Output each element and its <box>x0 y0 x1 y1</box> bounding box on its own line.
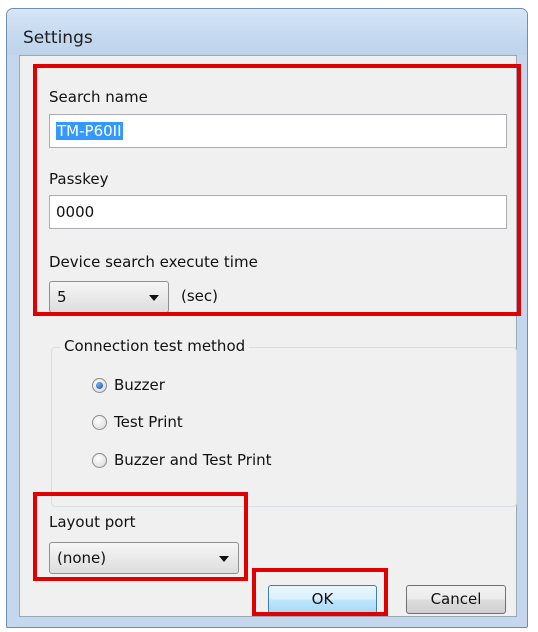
passkey-label: Passkey <box>49 170 109 188</box>
device-search-time-label: Device search execute time <box>49 253 258 271</box>
cancel-button[interactable]: Cancel <box>406 585 506 614</box>
seconds-unit-label: (sec) <box>181 287 218 305</box>
dialog-body: Search name TM-P60II Passkey 0000 Device… <box>19 55 517 617</box>
layout-port-label: Layout port <box>49 513 136 531</box>
title-bar[interactable]: Settings <box>7 9 527 55</box>
settings-dialog: Settings Search name TM-P60II Passkey 00… <box>6 8 528 628</box>
chevron-down-icon <box>149 295 159 301</box>
radio-unchecked-icon <box>92 453 107 468</box>
radio-unchecked-icon <box>92 415 107 430</box>
passkey-value: 0000 <box>56 203 95 221</box>
chevron-down-icon <box>219 556 229 562</box>
dialog-title: Settings <box>23 28 93 48</box>
device-search-time-select[interactable]: 5 <box>49 281 169 313</box>
passkey-input[interactable]: 0000 <box>49 195 507 229</box>
radio-buzzer-label: Buzzer <box>114 376 165 394</box>
radio-buzzer-and-test-print-label: Buzzer and Test Print <box>114 451 272 469</box>
device-search-time-value: 5 <box>57 288 67 306</box>
connection-test-group: Connection test method Buzzer Test Print… <box>51 337 517 507</box>
search-name-value: TM-P60II <box>56 122 123 140</box>
connection-test-legend: Connection test method <box>60 337 250 355</box>
search-name-label: Search name <box>49 88 148 106</box>
layout-port-select[interactable]: (none) <box>49 542 239 574</box>
ok-button[interactable]: OK <box>268 585 377 614</box>
layout-port-value: (none) <box>57 549 107 567</box>
search-name-input[interactable]: TM-P60II <box>49 114 507 148</box>
radio-test-print-label: Test Print <box>114 413 183 431</box>
radio-checked-icon <box>92 378 107 393</box>
